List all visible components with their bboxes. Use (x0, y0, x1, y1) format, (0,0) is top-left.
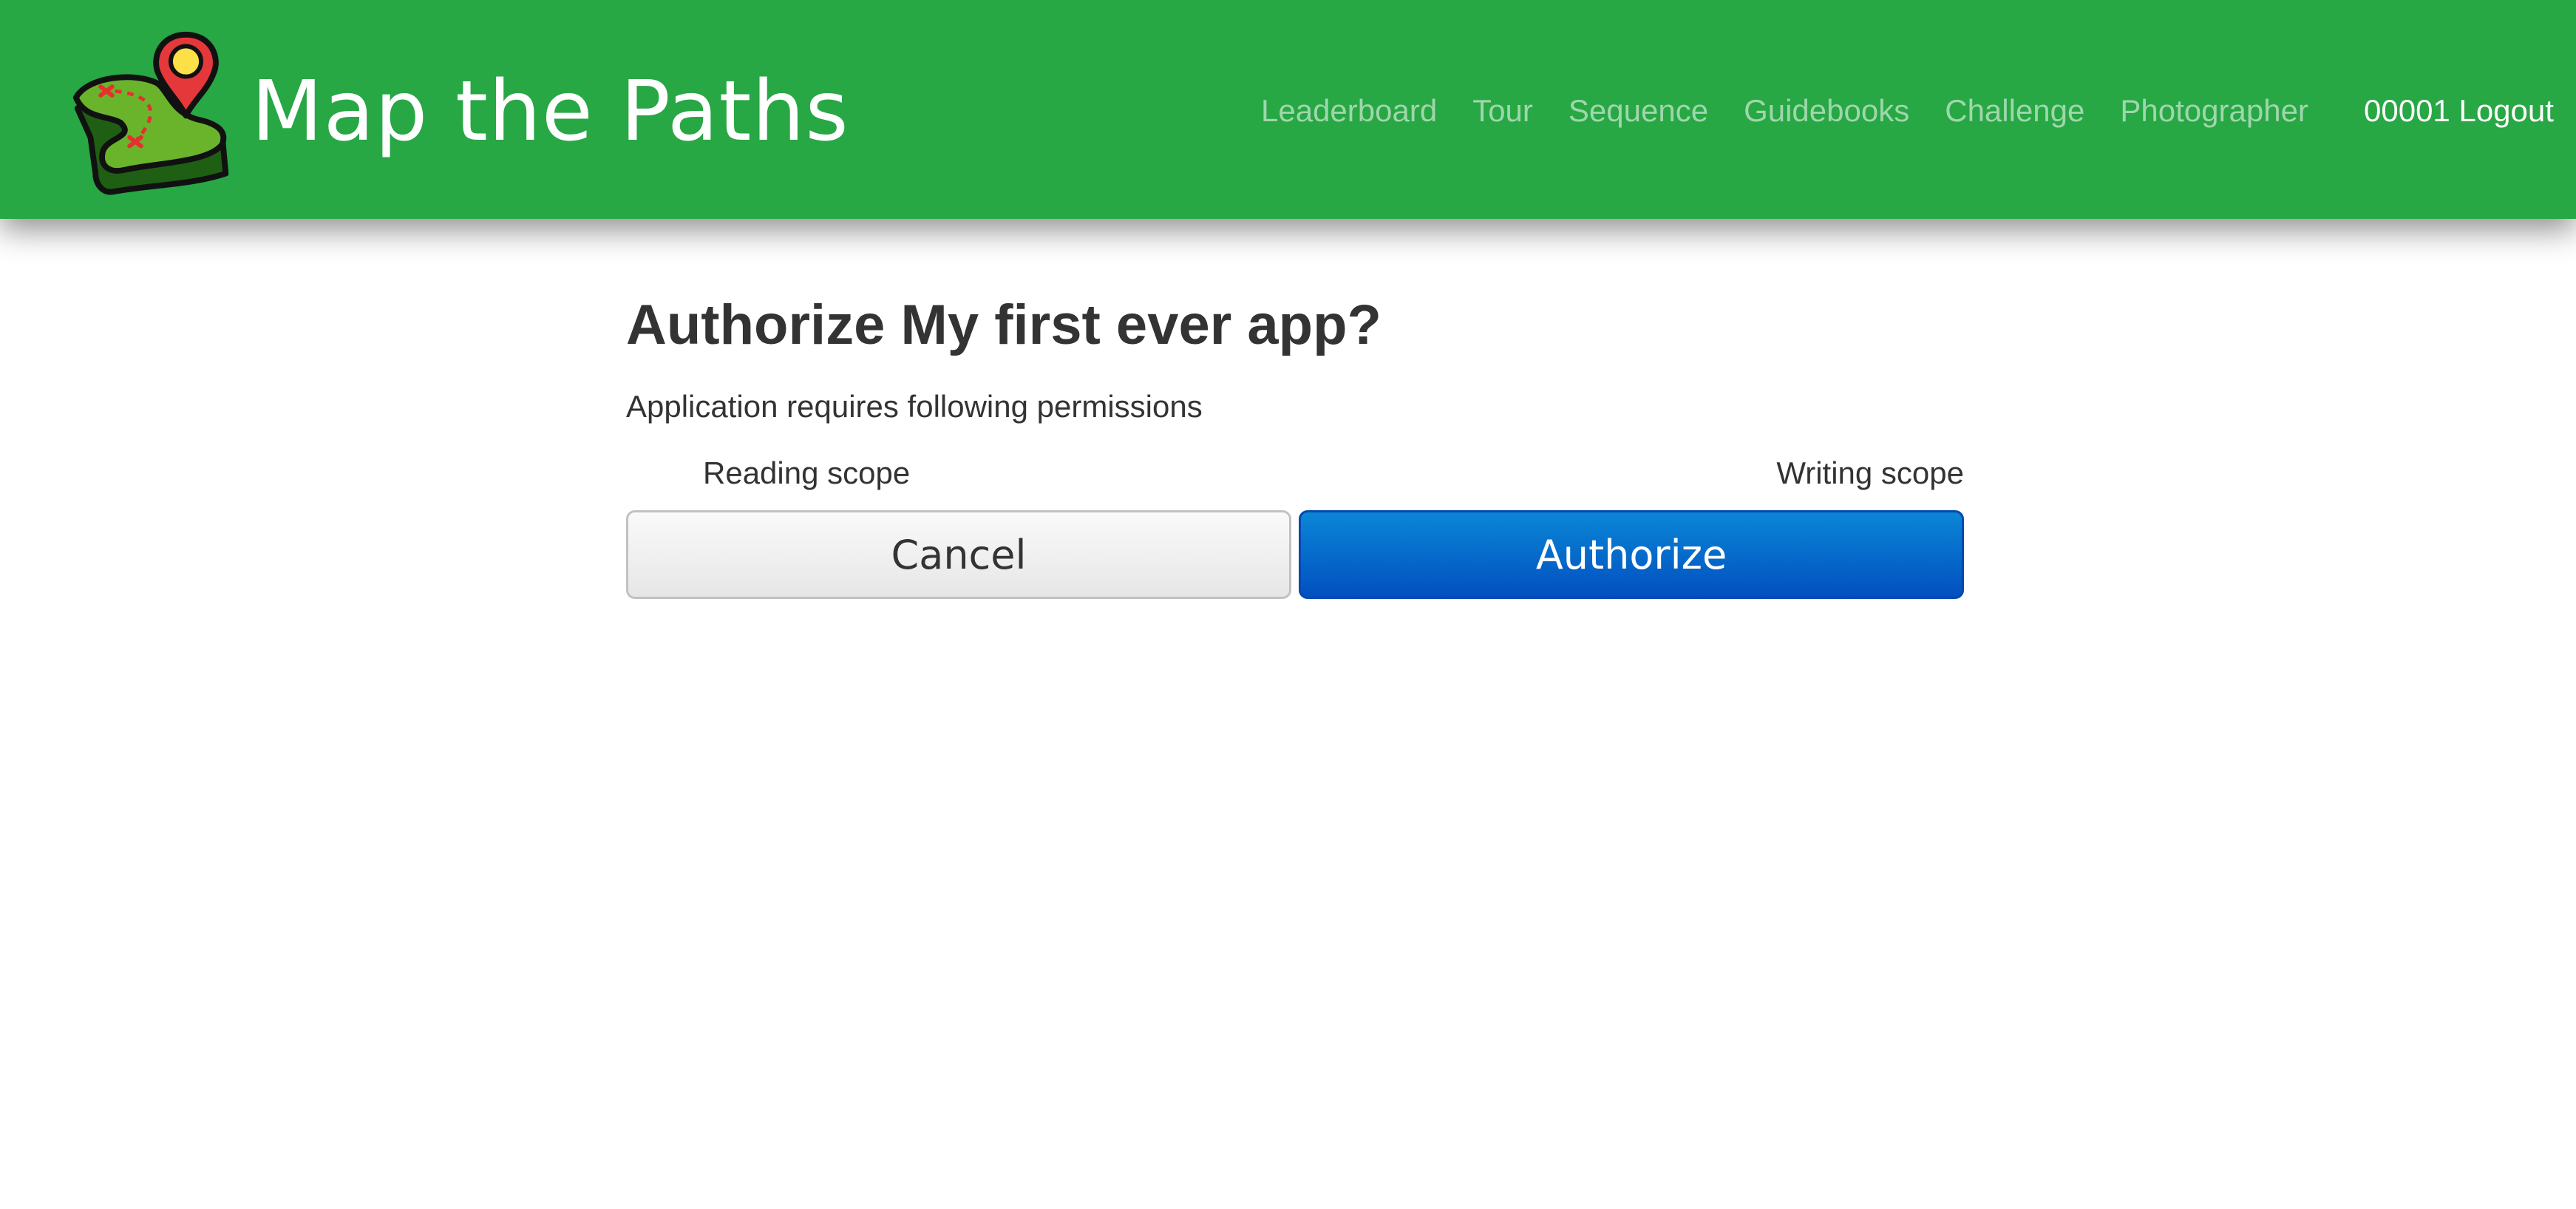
permissions-intro: Application requires following permissio… (626, 389, 1203, 424)
nav-link-guidebooks[interactable]: Guidebooks (1744, 93, 1909, 129)
authorize-button[interactable]: Authorize (1299, 510, 1964, 599)
scope-writing: Writing scope (1776, 456, 1964, 490)
action-buttons: Cancel Authorize (626, 510, 1964, 599)
map-pin-path-logo-icon (72, 31, 229, 194)
brand-name: Map the Paths (251, 64, 849, 160)
cancel-button[interactable]: Cancel (626, 510, 1291, 599)
nav-link-challenge[interactable]: Challenge (1945, 93, 2084, 129)
brand-home-link[interactable]: Map the Paths (70, 27, 849, 197)
navbar: Map the Paths Leaderboard Tour Sequence … (0, 0, 2576, 219)
authorize-panel: Authorize My first ever app? Application… (626, 288, 1964, 599)
nav-link-sequence[interactable]: Sequence (1569, 93, 1708, 129)
nav-link-photographer[interactable]: Photographer (2120, 93, 2308, 129)
nav-links: Leaderboard Tour Sequence Guidebooks Cha… (1261, 87, 2344, 135)
nav-link-leaderboard[interactable]: Leaderboard (1261, 93, 1437, 129)
nav-link-tour[interactable]: Tour (1472, 93, 1533, 129)
scope-list: Reading scope Writing scope (626, 451, 1964, 495)
scope-reading: Reading scope (703, 456, 911, 490)
user-logout-link[interactable]: 00001 Logout (2364, 87, 2554, 135)
page-title: Authorize My first ever app? (626, 294, 1382, 356)
